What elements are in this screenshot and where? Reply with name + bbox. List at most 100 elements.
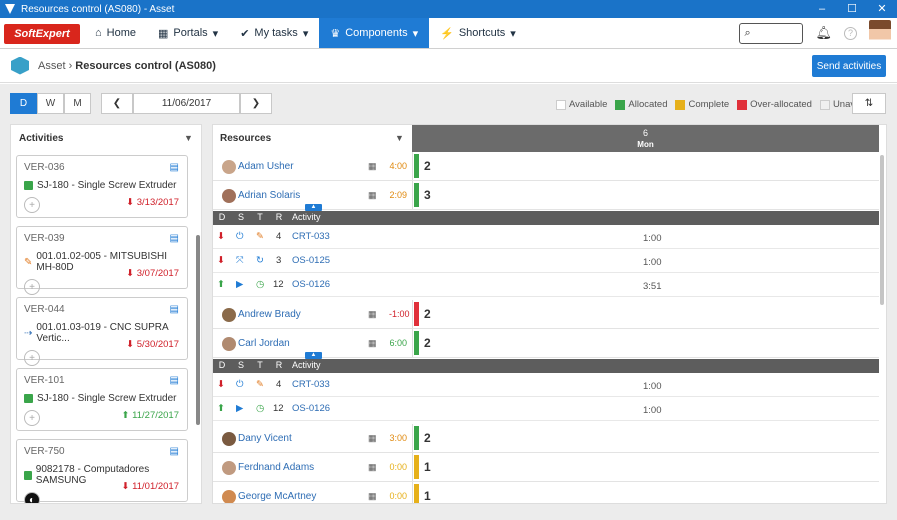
card-date-value: 5/30/2017 [136, 339, 179, 350]
activity-row[interactable]: ⬆ ▶ ◷ 12 OS-0126 3:51 [213, 273, 879, 297]
activity-card[interactable]: VER-044 ▤ ⇢ 001.01.03-019 - CNC SUPRA Ver… [16, 297, 188, 366]
nav-shortcuts[interactable]: ⚡ Shortcuts ▾ [429, 18, 527, 48]
home-icon: ⌂ [95, 27, 102, 39]
card-code: VER-750 [24, 446, 65, 457]
nav-home-label: Home [106, 27, 136, 39]
resource-row[interactable]: Adam Usher ▦ 4:00 2 [213, 152, 879, 181]
card-date: ⬇ 11/01/2017 [121, 481, 179, 492]
play-icon: ▶ [236, 403, 244, 414]
resource-name[interactable]: Adam Usher [238, 161, 294, 172]
add-icon[interactable]: + [24, 279, 40, 295]
resource-name[interactable]: Adrian Solaris [238, 190, 300, 201]
nav-portals[interactable]: ▦ Portals ▾ [147, 18, 229, 48]
resource-row[interactable]: George McArtney ▦ 0:00 1 [213, 482, 879, 503]
date-field[interactable]: 11/06/2017 [133, 93, 240, 114]
filter-icon[interactable]: ▼ [184, 133, 193, 143]
clipboard-icon[interactable]: ▤ [170, 233, 179, 244]
breadcrumb: Asset › Resources control (AS080) Send a… [0, 49, 897, 83]
avatar [222, 461, 236, 475]
status-bar [414, 302, 419, 326]
activities-title: Activities [19, 133, 64, 144]
prev-date-button[interactable]: ❮ [101, 93, 133, 114]
nav-my-tasks[interactable]: ✔ My tasks ▾ [229, 18, 319, 48]
card-date: ⬆ 11/27/2017 [121, 410, 179, 421]
activities-scrollbar[interactable] [196, 235, 200, 425]
resource-count: 2 [424, 431, 431, 445]
clipboard-icon[interactable]: ▤ [170, 446, 179, 457]
activity-code[interactable]: OS-0125 [292, 255, 330, 266]
caret-icon: ▾ [302, 27, 309, 40]
calendar-icon[interactable]: ▦ [368, 491, 377, 502]
calendar-icon[interactable]: ▦ [368, 309, 377, 320]
resource-row[interactable]: Ferdnand Adams ▦ 0:00 1 [213, 453, 879, 482]
clipboard-icon[interactable]: ▤ [170, 162, 179, 173]
legend: Available Allocated Complete Over-alloca… [556, 99, 883, 110]
user-avatar[interactable] [869, 20, 891, 46]
nav-components-label: Components [345, 27, 408, 39]
resource-name[interactable]: Ferdnand Adams [238, 462, 314, 473]
calendar-icon[interactable]: ▦ [368, 462, 377, 473]
card-code: VER-036 [24, 162, 65, 173]
search-input[interactable]: ⌕ [739, 22, 804, 44]
grid-scrollbar[interactable] [880, 155, 884, 305]
clipboard-icon[interactable]: ▤ [170, 304, 179, 315]
calendar-icon[interactable]: ▦ [368, 190, 377, 201]
activity-row[interactable]: ⬇ ⤧ ↻ 3 OS-0125 1:00 [213, 249, 879, 273]
resource-name[interactable]: Dany Vicent [238, 433, 292, 444]
activity-card[interactable]: VER-101 ▤ SJ-180 - Single Screw Extruder… [16, 368, 188, 431]
avatar [222, 308, 236, 322]
collapse-toggle[interactable]: ▲ [305, 204, 322, 211]
activity-code[interactable]: CRT-033 [292, 231, 330, 242]
resource-name[interactable]: Carl Jordan [238, 338, 290, 349]
wrench-icon: ✎ [24, 256, 33, 268]
maximize-button[interactable]: ☐ [837, 0, 867, 18]
trophy-icon: ♛ [330, 27, 341, 40]
softexpert-logo[interactable]: SoftExpert [4, 24, 80, 44]
clipboard-icon[interactable]: ▤ [170, 375, 179, 386]
calendar-icon[interactable]: ▦ [368, 338, 377, 349]
activity-subheader: D S T R Activity [213, 211, 879, 225]
toggle-icon[interactable]: ◐ [24, 492, 40, 503]
down-arrow-icon: ⬇ [217, 231, 225, 242]
view-month[interactable]: M [64, 93, 91, 114]
view-week[interactable]: W [37, 93, 64, 114]
resource-row[interactable]: Andrew Brady ▦ -1:00 2 [213, 300, 879, 329]
resource-row[interactable]: Adrian Solaris ▦ 2:09 3 ▲ [213, 181, 879, 211]
activity-code[interactable]: OS-0126 [292, 279, 330, 290]
col-s: S [237, 212, 244, 222]
activity-code[interactable]: CRT-033 [292, 379, 330, 390]
collapse-toggle[interactable]: ▲ [305, 352, 322, 359]
resource-name[interactable]: Andrew Brady [238, 309, 301, 320]
filter-icon[interactable]: ▼ [395, 133, 404, 143]
activity-card[interactable]: VER-039 ▤ ✎ 001.01.02-005 - MITSUBISHI MH… [16, 226, 188, 295]
activity-row[interactable]: ⬇ ⏻ ✎ 4 CRT-033 1:00 [213, 225, 879, 249]
help-icon[interactable]: ? [844, 26, 857, 40]
resource-name[interactable]: George McArtney [238, 491, 316, 502]
activity-card[interactable]: VER-750 ▤ 9082178 - Computadores SAMSUNG… [16, 439, 188, 503]
calendar-icon[interactable]: ▦ [368, 161, 377, 172]
next-date-button[interactable]: ❯ [240, 93, 272, 114]
sort-button[interactable]: ⇅ [852, 93, 886, 114]
add-icon[interactable]: + [24, 197, 40, 213]
calendar-icon[interactable]: ▦ [368, 433, 377, 444]
minimize-button[interactable]: – [807, 0, 837, 18]
activity-row[interactable]: ⬇ ⏻ ✎ 4 CRT-033 1:00 [213, 373, 879, 397]
add-icon[interactable]: + [24, 410, 40, 426]
resource-row[interactable]: Carl Jordan ▦ 6:00 2 ▲ [213, 329, 879, 359]
resource-hours: 3:00 [389, 433, 407, 443]
breadcrumb-root[interactable]: Asset [38, 60, 66, 72]
activity-r: 3 [276, 255, 282, 266]
send-activities-button[interactable]: Send activities [812, 55, 886, 77]
card-code: VER-039 [24, 233, 65, 244]
close-button[interactable]: ✕ [867, 0, 897, 18]
wrench-icon: ✎ [256, 379, 264, 390]
activity-row[interactable]: ⬆ ▶ ◷ 12 OS-0126 1:00 [213, 397, 879, 421]
add-icon[interactable]: + [24, 350, 40, 366]
resource-row[interactable]: Dany Vicent ▦ 3:00 2 [213, 424, 879, 453]
activity-card[interactable]: VER-036 ▤ SJ-180 - Single Screw Extruder… [16, 155, 188, 218]
activity-code[interactable]: OS-0126 [292, 403, 330, 414]
bell-icon[interactable]: 🔔︎ [815, 25, 832, 41]
nav-home[interactable]: ⌂ Home [84, 18, 147, 48]
view-day[interactable]: D [10, 93, 37, 114]
nav-components[interactable]: ♛ Components ▾ [319, 18, 430, 48]
